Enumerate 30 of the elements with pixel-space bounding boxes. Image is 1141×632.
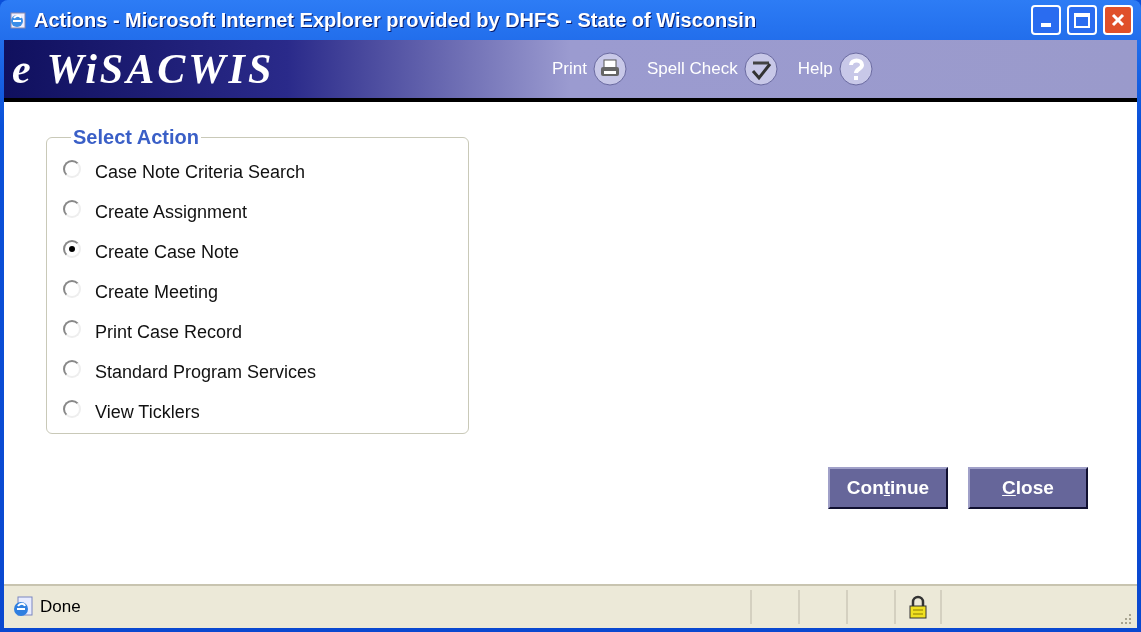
- radio-button[interactable]: [63, 160, 81, 178]
- minimize-button[interactable]: [1031, 5, 1061, 35]
- radio-button[interactable]: [63, 280, 81, 298]
- radio-button[interactable]: [63, 360, 81, 378]
- radio-button[interactable]: [63, 240, 81, 258]
- option-label[interactable]: View Ticklers: [95, 398, 200, 426]
- resize-grip-icon[interactable]: [1119, 612, 1133, 626]
- radio-button[interactable]: [63, 200, 81, 218]
- logo: e WiSACWIS: [12, 44, 276, 94]
- option-label[interactable]: Create Case Note: [95, 238, 240, 266]
- help-icon[interactable]: [838, 52, 873, 86]
- radio-button[interactable]: [63, 400, 81, 418]
- window-title: Actions - Microsoft Internet Explorer provided by DHFS - State of Wisconsin: [34, 8, 757, 33]
- action-button[interactable]: Close: [968, 467, 1088, 509]
- browser-page-icon: [12, 595, 34, 619]
- option-label[interactable]: Print Case Record: [95, 318, 243, 346]
- option-label[interactable]: Case Note Criteria Search: [95, 158, 306, 186]
- option-label[interactable]: Create Assignment: [95, 198, 248, 226]
- group-title: Select Action: [72, 125, 200, 150]
- printer-icon[interactable]: [592, 52, 627, 86]
- browser-icon: [8, 10, 28, 30]
- action-button[interactable]: Continue: [828, 467, 948, 509]
- radio-button[interactable]: [63, 320, 81, 338]
- checkmark-icon[interactable]: [743, 52, 778, 86]
- close-button[interactable]: [1103, 5, 1133, 35]
- close-icon: [1110, 12, 1126, 28]
- option-label[interactable]: Create Meeting: [95, 278, 219, 306]
- maximize-button[interactable]: [1067, 5, 1097, 35]
- status-text: Done: [40, 596, 82, 619]
- option-label[interactable]: Standard Program Services: [95, 358, 317, 386]
